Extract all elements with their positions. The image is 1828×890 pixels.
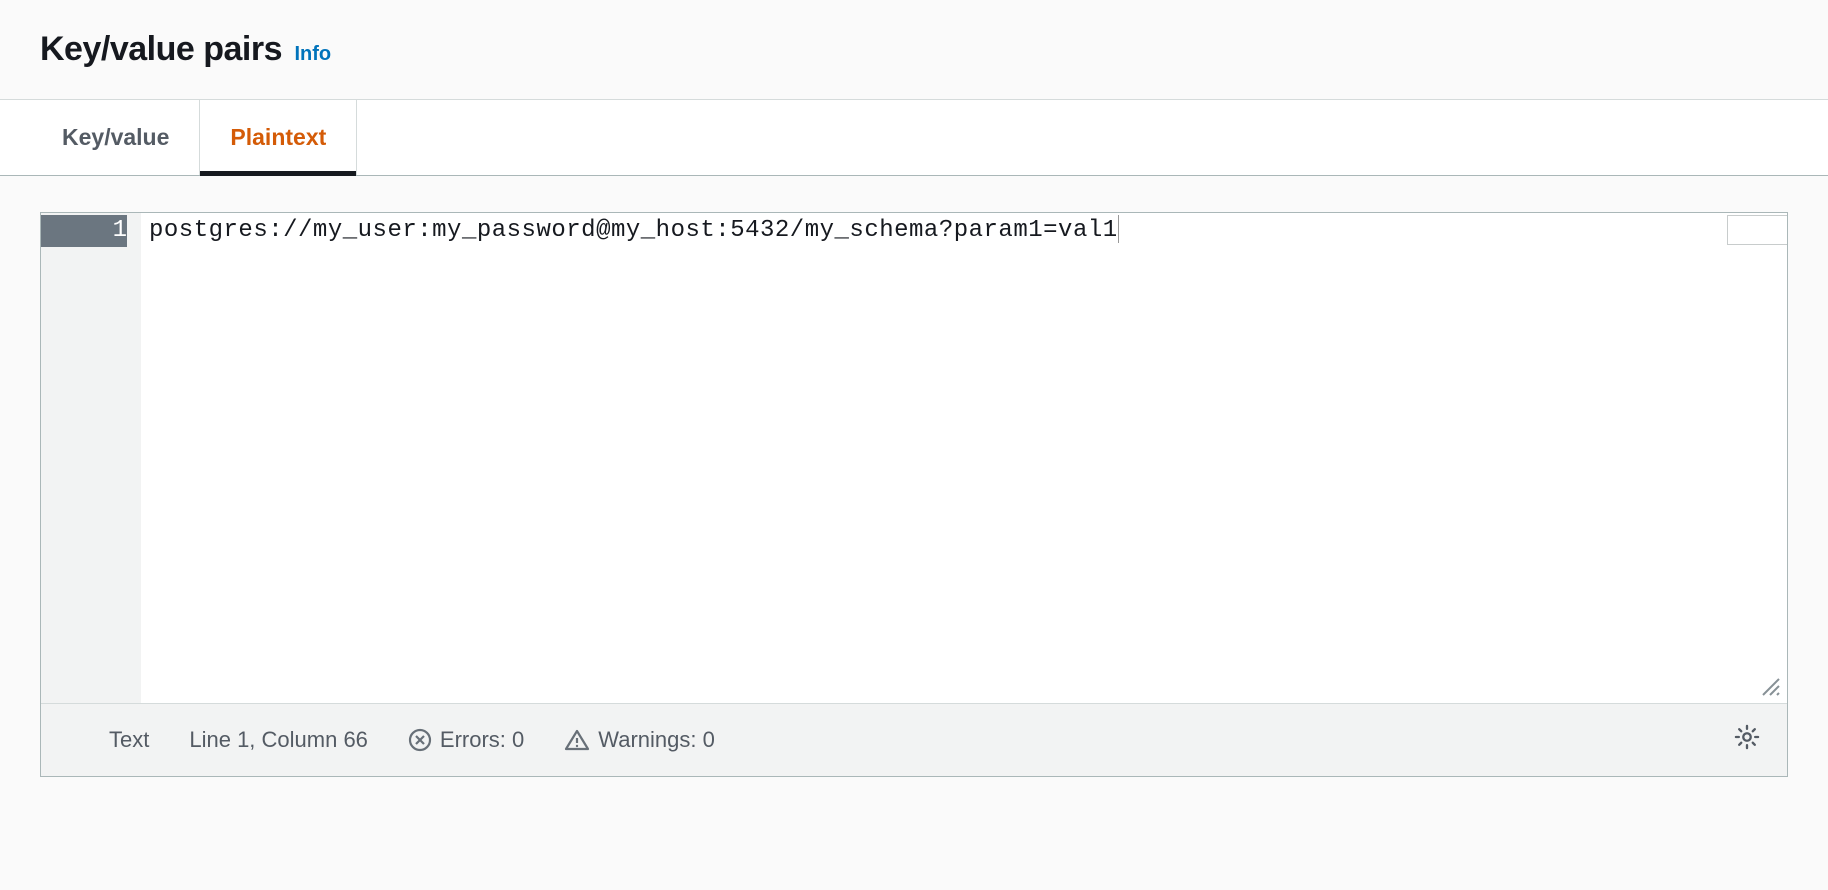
line-gutter: 1 (41, 213, 141, 703)
tabs: Key/value Plaintext (0, 100, 1828, 176)
status-mode: Text (109, 727, 149, 753)
code-text: postgres://my_user:my_password@my_host:5… (149, 217, 1118, 244)
tab-key-value[interactable]: Key/value (32, 100, 200, 175)
status-warnings-text: Warnings: 0 (598, 727, 715, 753)
warning-icon (564, 728, 590, 752)
code-editor: 1 postgres://my_user:my_password@my_host… (40, 212, 1788, 777)
resize-handle-icon[interactable] (1759, 675, 1781, 697)
code-content[interactable]: postgres://my_user:my_password@my_host:5… (141, 213, 1787, 703)
gear-icon (1733, 723, 1761, 757)
code-area[interactable]: 1 postgres://my_user:my_password@my_host… (41, 213, 1787, 703)
status-cursor-position: Line 1, Column 66 (189, 727, 368, 753)
status-errors-text: Errors: 0 (440, 727, 524, 753)
settings-button[interactable] (1727, 720, 1767, 760)
code-line-1[interactable]: postgres://my_user:my_password@my_host:5… (149, 215, 1779, 247)
page-title: Key/value pairs (40, 30, 282, 68)
line-number: 1 (41, 215, 127, 247)
status-warnings: Warnings: 0 (564, 727, 715, 753)
text-cursor (1118, 215, 1119, 243)
panel-header: Key/value pairs Info (0, 0, 1828, 100)
info-link[interactable]: Info (294, 43, 331, 65)
editor-statusbar: Text Line 1, Column 66 Errors: 0 Warnin (41, 703, 1787, 776)
error-icon (408, 728, 432, 752)
status-errors: Errors: 0 (408, 727, 524, 753)
tab-plaintext[interactable]: Plaintext (200, 100, 357, 175)
